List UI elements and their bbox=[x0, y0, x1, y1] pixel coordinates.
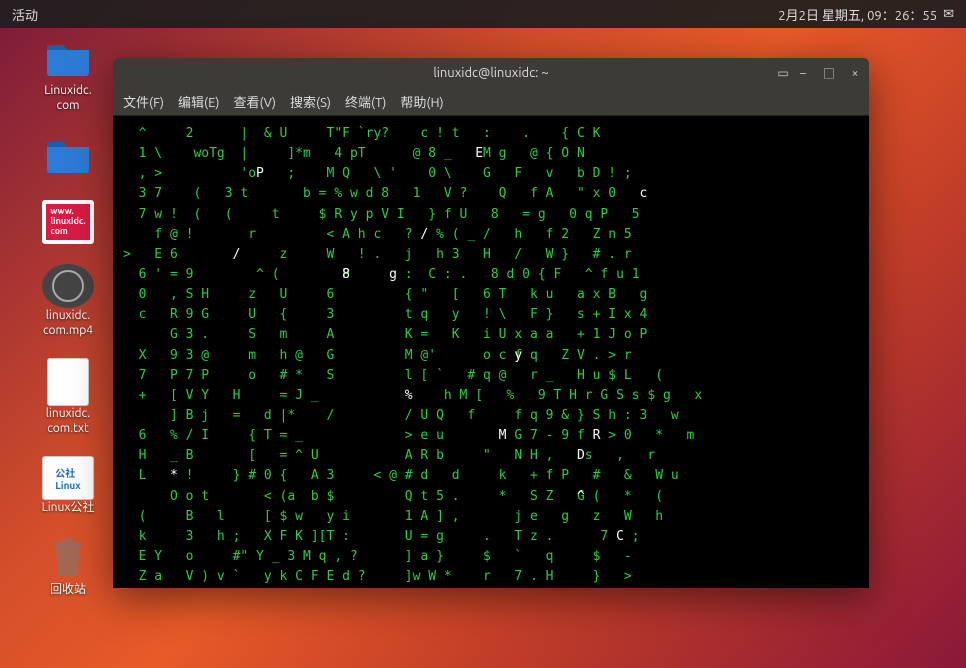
image-thumbnail-icon: www.linuxidc.com bbox=[42, 200, 94, 244]
terminal-window: linuxidc@linuxidc: ~ ▭ – □ × 文件(F) 编辑(E)… bbox=[113, 58, 869, 588]
folder-icon bbox=[45, 136, 91, 174]
desktop-icon-label: linuxidc.com.txt bbox=[46, 406, 90, 436]
close-button[interactable]: × bbox=[847, 65, 863, 81]
matrix-line: 7 P 7 P o # * S l [ ` # q @ r _ H u $ L … bbox=[123, 368, 663, 383]
menu-edit[interactable]: 编辑(E) bbox=[178, 92, 219, 111]
trash[interactable]: 回收站 bbox=[28, 535, 108, 597]
menu-terminal[interactable]: 终端(T) bbox=[345, 92, 386, 111]
matrix-highlight: 8 g bbox=[123, 265, 397, 285]
trash-icon bbox=[46, 534, 90, 580]
menu-view[interactable]: 查看(V) bbox=[234, 92, 276, 111]
video-linuxidc[interactable]: linuxidc.com.mp4 bbox=[28, 264, 108, 338]
terminal-menubar: 文件(F) 编辑(E) 查看(V) 搜索(S) 终端(T) 帮助(H) bbox=[113, 88, 869, 116]
matrix-highlight: c bbox=[123, 184, 647, 204]
window-state-icon: ▭ bbox=[775, 65, 791, 81]
maximize-button[interactable]: □ bbox=[821, 65, 837, 81]
matrix-line: 0 , S H z U 6 { " [ 6 T k u a x B g bbox=[123, 287, 647, 302]
matrix-highlight: E bbox=[123, 144, 483, 164]
minimize-button[interactable]: – bbox=[795, 65, 811, 81]
mail-icon[interactable]: ✉ bbox=[943, 7, 954, 22]
txt-linuxidc[interactable]: linuxidc.com.txt bbox=[28, 358, 108, 436]
matrix-highlight: P bbox=[123, 164, 264, 184]
matrix-highlight: C bbox=[123, 527, 624, 547]
terminal-title: linuxidc@linuxidc: ~ bbox=[433, 66, 548, 80]
menu-search[interactable]: 搜索(S) bbox=[290, 92, 331, 111]
terminal-body[interactable]: ^ 2 | & U T"F `ry? c ! t : . { C K 1 \ w… bbox=[113, 116, 869, 588]
img-www-linuxidc[interactable]: www.linuxidc.com bbox=[28, 200, 108, 244]
matrix-line: G 3 . S m A K = K i U x a a + 1 J o P bbox=[123, 327, 647, 342]
matrix-line: E Y o #" Y _ 3 M q , ? ] a } $ ` q $ - bbox=[123, 549, 632, 564]
desktop-icon-label: linuxidc.com.mp4 bbox=[43, 308, 93, 338]
matrix-line: L ! } # 0 { A 3 < @ # d d k + f P # & W … bbox=[123, 468, 679, 483]
matrix-highlight: M R bbox=[123, 426, 600, 446]
matrix-line: ] B j = d |* / / U Q f f q 9 & } S h : 3… bbox=[123, 408, 679, 423]
text-file-icon bbox=[47, 358, 89, 406]
matrix-highlight: * bbox=[123, 466, 178, 486]
desktop-icon-label: Linuxidc.com bbox=[44, 83, 91, 113]
folder-linuxidc-com[interactable]: Linuxidc.com bbox=[28, 36, 108, 113]
clock-datetime[interactable]: 2月2日 星期五, 09：26：55 bbox=[778, 5, 937, 24]
image-file-icon: 公社Linux bbox=[42, 456, 94, 500]
matrix-highlight: / bbox=[123, 225, 428, 245]
matrix-highlight: % bbox=[123, 386, 413, 406]
desktop-icon-label: Linux公社 bbox=[42, 500, 95, 515]
matrix-line: 7 w ! ( ( t $ R y p V I } f U 8 = g 0 q … bbox=[123, 207, 640, 222]
activities-label[interactable]: 活动 bbox=[12, 5, 38, 24]
video-file-icon bbox=[42, 264, 94, 308]
matrix-line: ( B l [ $ w y i 1 A ] , j e g z W h bbox=[123, 509, 663, 524]
matrix-highlight: / bbox=[123, 245, 240, 265]
menu-file[interactable]: 文件(F) bbox=[123, 92, 164, 111]
matrix-line: c R 9 G U { 3 t q y ! \ F } s + I x 4 bbox=[123, 307, 647, 322]
desktop-area: Linuxidc.com www.linuxidc.com linuxidc.com… bbox=[0, 28, 966, 668]
terminal-titlebar[interactable]: linuxidc@linuxidc: ~ ▭ – □ × bbox=[113, 58, 869, 88]
menu-help[interactable]: 帮助(H) bbox=[400, 92, 443, 111]
folder-generic[interactable] bbox=[28, 133, 108, 180]
matrix-highlight: y bbox=[123, 346, 522, 366]
matrix-highlight: ^ bbox=[123, 487, 585, 507]
folder-icon bbox=[45, 39, 91, 77]
desktop-icon-label: 回收站 bbox=[50, 582, 86, 597]
matrix-line: Z a V ) v ` y k C F E d ? ]w W * r 7 . H… bbox=[123, 569, 632, 584]
matrix-line: ^ 2 | & U T"F `ry? c ! t : . { C K bbox=[123, 126, 600, 141]
matrix-highlight: D bbox=[123, 446, 585, 466]
img-linux-gongshe[interactable]: 公社LinuxLinux公社 bbox=[28, 456, 108, 515]
top-panel: 活动 2月2日 星期五, 09：26：55 ✉ bbox=[0, 0, 966, 28]
